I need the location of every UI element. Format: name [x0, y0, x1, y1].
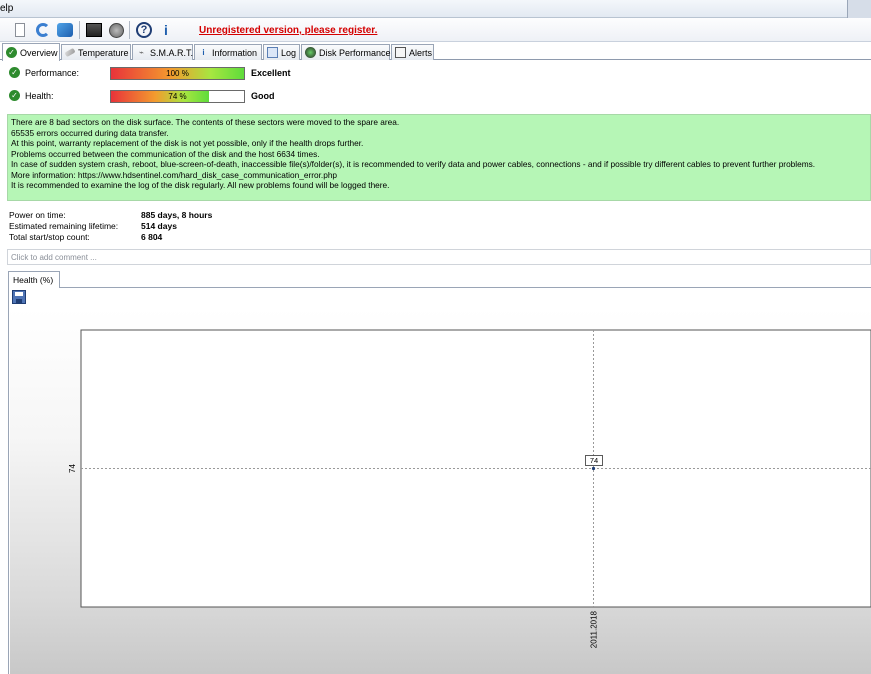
health-bar: 74 %	[110, 90, 245, 103]
comment-field[interactable]: Click to add comment ...	[7, 249, 871, 265]
performance-rating: Excellent	[251, 68, 291, 78]
document-button[interactable]	[10, 20, 30, 40]
save-icon[interactable]	[12, 290, 26, 304]
lifetime-value: 514 days	[141, 221, 177, 231]
tab-label: Information	[212, 47, 258, 58]
lifetime-row: Estimated remaining lifetime: 514 days	[9, 221, 177, 231]
power-on-value: 885 days, 8 hours	[141, 210, 213, 220]
check-icon: ✓	[9, 67, 20, 78]
tab-information[interactable]: i Information	[194, 44, 262, 60]
tab-label: Overview	[20, 47, 58, 58]
disk-button[interactable]	[84, 20, 104, 40]
refresh-icon	[36, 23, 50, 37]
dial-icon	[108, 22, 124, 38]
health-chart: 74 2011.2018 74	[68, 329, 871, 648]
info-icon: i	[202, 48, 205, 57]
data-label: 74	[590, 456, 598, 465]
tab-health-chart[interactable]: Health (%)	[8, 271, 60, 288]
register-link[interactable]: Unregistered version, please register.	[199, 25, 377, 36]
tab-temperature[interactable]: Temperature	[61, 44, 131, 60]
health-value: 74 %	[168, 92, 187, 101]
help-icon: ?	[136, 22, 152, 38]
plot-frame	[80, 329, 871, 608]
tab-smart[interactable]: ⌁ S.M.A.R.T.	[132, 44, 193, 60]
toolbar: ? i Unregistered version, please registe…	[0, 18, 871, 42]
tab-bar: ✓ Overview Temperature ⌁ S.M.A.R.T. i In…	[0, 43, 871, 61]
tab-overview[interactable]: ✓ Overview	[2, 43, 60, 61]
x-tick-label: 2011.2018	[590, 610, 599, 648]
document-icon	[15, 23, 25, 37]
smart-icon: ⌁	[139, 48, 144, 57]
thermometer-icon	[64, 47, 76, 58]
menu-help[interactable]: elp	[0, 3, 13, 14]
performance-label: Performance:	[25, 68, 80, 78]
toolbar-separator	[129, 21, 130, 39]
tab-disk-performance[interactable]: Disk Performance	[301, 44, 391, 60]
performance-row: ✓ Performance: 100 % Excellent	[9, 67, 309, 81]
y-tick-label: 74	[68, 464, 77, 473]
message-line: It is recommended to examine the log of …	[11, 180, 390, 190]
tab-label: Temperature	[78, 47, 129, 58]
health-label: Health:	[25, 91, 54, 101]
tab-label: Disk Performance	[319, 47, 391, 58]
info-icon: i	[164, 22, 168, 38]
check-icon: ✓	[9, 90, 20, 101]
message-line: Problems occurred between the communicat…	[11, 148, 320, 159]
power-on-row: Power on time: 885 days, 8 hours	[9, 210, 212, 220]
performance-icon	[305, 47, 316, 58]
power-on-label: Power on time:	[9, 210, 66, 220]
performance-bar: 100 %	[110, 67, 245, 80]
disk-icon	[86, 23, 102, 37]
refresh-button[interactable]	[33, 20, 53, 40]
lifetime-label: Estimated remaining lifetime:	[9, 221, 119, 231]
performance-value: 100 %	[166, 69, 189, 78]
info-button[interactable]: i	[156, 20, 176, 40]
message-line: 65535 errors occurred during data transf…	[11, 127, 169, 138]
globe-button[interactable]	[55, 20, 75, 40]
dial-button[interactable]	[106, 20, 126, 40]
window-edge	[847, 0, 871, 18]
message-line: There are 8 bad sectors on the disk surf…	[11, 117, 400, 127]
chart-area: 74 2011.2018 74	[10, 308, 871, 674]
data-point	[591, 466, 596, 471]
message-line: More information: https://www.hdsentinel…	[11, 169, 338, 180]
health-row: ✓ Health: 74 % Good	[9, 90, 309, 104]
tab-label: S.M.A.R.T.	[150, 47, 194, 58]
tab-label: Alerts	[409, 47, 433, 58]
menu-bar: elp	[0, 0, 871, 18]
message-line: In case of sudden system crash, reboot, …	[11, 159, 816, 169]
startstop-label: Total start/stop count:	[9, 232, 90, 242]
tab-log[interactable]: Log	[263, 44, 300, 60]
check-icon: ✓	[6, 47, 17, 58]
message-line: At this point, warranty replacement of t…	[11, 138, 364, 148]
help-button[interactable]: ?	[134, 20, 154, 40]
alerts-icon	[395, 47, 406, 58]
log-icon	[267, 47, 278, 58]
status-message-box: There are 8 bad sectors on the disk surf…	[7, 114, 871, 201]
startstop-value: 6 804	[141, 232, 163, 242]
globe-icon	[57, 23, 73, 37]
tab-label: Log	[281, 47, 297, 58]
health-rating: Good	[251, 91, 275, 101]
tab-alerts[interactable]: Alerts	[391, 44, 434, 60]
toolbar-separator	[79, 21, 80, 39]
startstop-row: Total start/stop count: 6 804	[9, 232, 162, 242]
